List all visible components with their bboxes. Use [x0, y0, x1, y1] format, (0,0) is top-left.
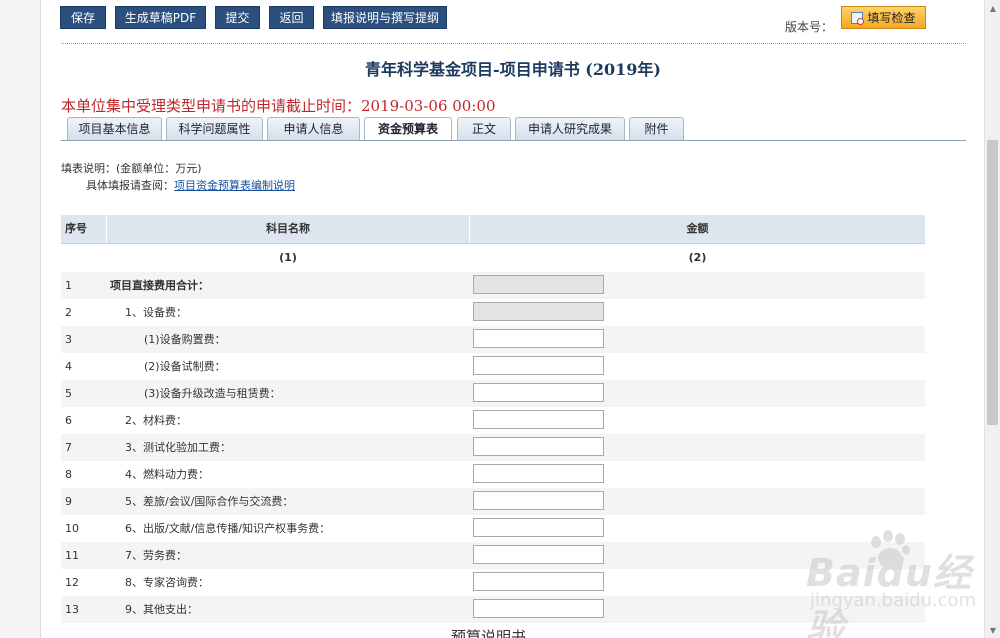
tab-main-text[interactable]: 正文 [457, 117, 511, 140]
amount-input[interactable] [473, 410, 604, 429]
scrollbar-thumb[interactable] [987, 140, 998, 425]
table-row: 13 9、其他支出： [61, 596, 925, 623]
row-name: 7、劳务费： [125, 549, 187, 562]
table-row: 5 (3)设备升级改造与租赁费： [61, 380, 925, 407]
tab-underline [61, 140, 966, 141]
row-name: 5、差旅/会议/国际合作与交流费： [125, 495, 294, 508]
row-name: (1)设备购置费： [144, 333, 226, 346]
table-row: 1 项目直接费用合计： [61, 272, 925, 299]
tab-research-results[interactable]: 申请人研究成果 [515, 117, 625, 140]
row-name: (3)设备升级改造与租赁费： [144, 387, 281, 400]
watermark-url: jingyan.baidu.com [810, 590, 977, 611]
submit-button[interactable]: 提交 [215, 6, 260, 29]
amount-input[interactable] [473, 464, 604, 483]
table-row: 2 1、设备费： [61, 299, 925, 326]
subheader-amount: (2) [688, 251, 707, 264]
amount-input [473, 275, 604, 294]
table-row: 4 (2)设备试制费： [61, 353, 925, 380]
header-name: 科目名称 [266, 222, 310, 235]
table-row: 9 5、差旅/会议/国际合作与交流费： [61, 488, 925, 515]
tab-science-attributes[interactable]: 科学问题属性 [166, 117, 263, 140]
amount-input[interactable] [473, 356, 604, 375]
fill-reference: 具体填报请查阅：项目资金预算表编制说明 [86, 177, 295, 193]
application-page: 保存 生成草稿PDF 提交 返回 填报说明与撰写提纲 版本号： 填写检查 青年科… [40, 0, 986, 638]
budget-guide-link[interactable]: 项目资金预算表编制说明 [174, 179, 295, 192]
amount-input[interactable] [473, 491, 604, 510]
amount-input[interactable] [473, 383, 604, 402]
fill-check-label: 填写检查 [867, 11, 916, 25]
vertical-scrollbar[interactable]: ▲ ▼ [984, 0, 1000, 638]
subheader-name: (1) [279, 251, 297, 264]
table-row: 7 3、测试化验加工费： [61, 434, 925, 461]
row-seq: 3 [65, 333, 72, 346]
row-seq: 5 [65, 387, 72, 400]
tab-attachments[interactable]: 附件 [629, 117, 684, 140]
divider [61, 43, 966, 44]
check-icon [851, 11, 865, 25]
amount-input[interactable] [473, 437, 604, 456]
scroll-down-icon[interactable]: ▼ [985, 622, 1000, 638]
back-button[interactable]: 返回 [269, 6, 314, 29]
amount-input[interactable] [473, 518, 604, 537]
row-name: 6、出版/文献/信息传播/知识产权事务费： [125, 522, 331, 535]
fill-instructions: 填表说明：(金额单位：万元) [61, 162, 202, 175]
watermark: Baidu经验 jingyan.baidu.com [806, 530, 985, 638]
budget-description-heading: 预算说明书 [451, 628, 527, 638]
amount-input[interactable] [473, 599, 604, 618]
row-seq: 6 [65, 414, 72, 427]
guide-button[interactable]: 填报说明与撰写提纲 [323, 6, 447, 29]
table-row: 6 2、材料费： [61, 407, 925, 434]
row-seq: 2 [65, 306, 72, 319]
table-row: 8 4、燃料动力费： [61, 461, 925, 488]
row-seq: 1 [65, 279, 72, 292]
header-seq: 序号 [65, 222, 87, 235]
amount-input[interactable] [473, 329, 604, 348]
table-row: 10 6、出版/文献/信息传播/知识产权事务费： [61, 515, 925, 542]
header-amount: 金额 [686, 222, 709, 235]
row-name: 4、燃料动力费： [125, 468, 209, 481]
row-name: 1、设备费： [125, 306, 187, 319]
table-row: 12 8、专家咨询费： [61, 569, 925, 596]
table-row: 11 7、劳务费： [61, 542, 925, 569]
row-name: 8、专家咨询费： [125, 576, 209, 589]
table-row: 3 (1)设备购置费： [61, 326, 925, 353]
amount-input[interactable] [473, 545, 604, 564]
save-button[interactable]: 保存 [60, 6, 106, 29]
row-seq: 9 [65, 495, 72, 508]
scroll-up-icon[interactable]: ▲ [985, 0, 1000, 16]
row-name: 项目直接费用合计： [110, 279, 209, 292]
row-seq: 12 [65, 576, 79, 589]
row-seq: 13 [65, 603, 79, 616]
row-seq: 4 [65, 360, 72, 373]
tab-budget[interactable]: 资金预算表 [364, 117, 452, 141]
amount-input [473, 302, 604, 321]
fill-reference-prefix: 具体填报请查阅： [86, 179, 174, 192]
row-seq: 7 [65, 441, 72, 454]
version-label: 版本号： [785, 20, 834, 34]
row-seq: 8 [65, 468, 72, 481]
row-seq: 10 [65, 522, 79, 535]
deadline-text: 本单位集中受理类型申请书的申请截止时间：2019-03-06 00:00 [61, 97, 496, 115]
fill-check-button[interactable]: 填写检查 [841, 6, 926, 29]
row-name: 9、其他支出： [125, 603, 198, 616]
tab-basic-info[interactable]: 项目基本信息 [67, 117, 162, 140]
row-seq: 11 [65, 549, 79, 562]
page-title: 青年科学基金项目-项目申请书 (2019年) [365, 60, 661, 79]
row-name: 3、测试化验加工费： [125, 441, 231, 454]
row-name: (2)设备试制费： [144, 360, 226, 373]
generate-pdf-button[interactable]: 生成草稿PDF [115, 6, 206, 29]
amount-input[interactable] [473, 572, 604, 591]
tab-applicant-info[interactable]: 申请人信息 [267, 117, 360, 140]
row-name: 2、材料费： [125, 414, 187, 427]
